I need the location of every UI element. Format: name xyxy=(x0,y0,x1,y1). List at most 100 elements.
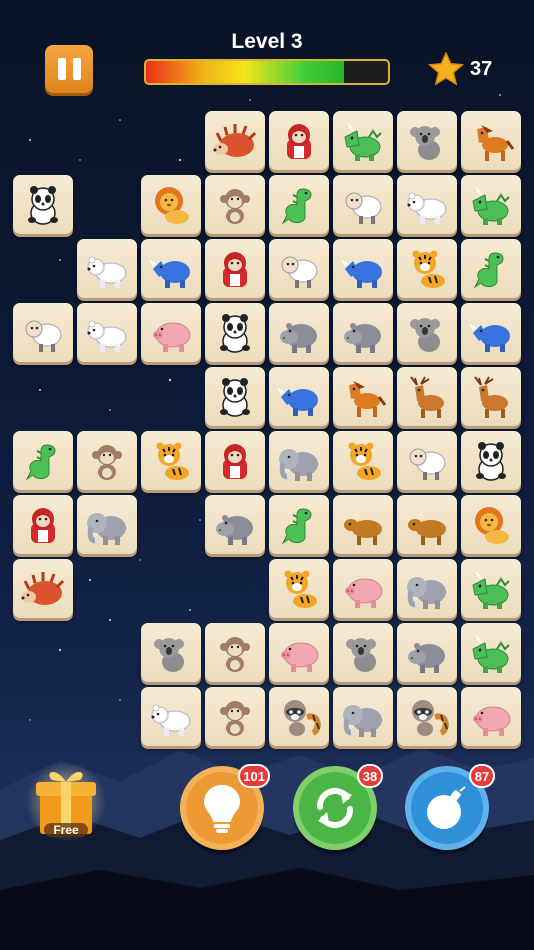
tile-ox[interactable] xyxy=(333,495,393,554)
hint-button[interactable]: 101 xyxy=(180,764,270,850)
tile-monkey[interactable] xyxy=(77,431,137,490)
tile-hedgehog[interactable] xyxy=(205,111,265,170)
tile-panda[interactable] xyxy=(205,303,265,362)
polar-bear-icon xyxy=(87,256,127,288)
tile-triceratops[interactable] xyxy=(461,175,521,234)
tile-panda[interactable] xyxy=(13,175,73,234)
tile-dinosaur[interactable] xyxy=(13,431,73,490)
tile-tiger[interactable] xyxy=(269,559,329,618)
panda-icon xyxy=(476,441,506,481)
polar-bear-icon xyxy=(87,320,127,352)
tile-gorilla[interactable] xyxy=(269,111,329,170)
triceratops-icon xyxy=(472,634,510,673)
tile-elephant[interactable] xyxy=(397,559,457,618)
tile-polar-bear[interactable] xyxy=(397,175,457,234)
tile-monkey[interactable] xyxy=(205,175,265,234)
tile-deer[interactable] xyxy=(461,367,521,426)
tile-gorilla[interactable] xyxy=(205,239,265,298)
tile-hippo[interactable] xyxy=(333,303,393,362)
tile-hippo[interactable] xyxy=(205,495,265,554)
dinosaur-icon xyxy=(281,187,312,224)
tile-koala[interactable] xyxy=(141,623,201,682)
shuffle-arrows-icon xyxy=(316,787,354,829)
tiger-icon xyxy=(412,250,445,288)
tile-hippo[interactable] xyxy=(397,623,457,682)
dinosaur-icon xyxy=(473,251,504,288)
tile-koala[interactable] xyxy=(397,303,457,362)
tile-gorilla[interactable] xyxy=(205,431,265,490)
lightbulb-icon xyxy=(204,785,240,833)
tile-rhino[interactable] xyxy=(461,303,521,362)
bomb-icon xyxy=(427,786,466,829)
tile-sheep[interactable] xyxy=(269,239,329,298)
rhino-icon xyxy=(277,386,318,416)
free-gift-button[interactable]: Free xyxy=(26,760,106,850)
monkey-icon xyxy=(220,188,250,224)
tile-raccoon[interactable] xyxy=(269,687,329,746)
tile-sheep[interactable] xyxy=(13,303,73,362)
shuffle-button[interactable]: 38 xyxy=(293,764,383,850)
tile-dinosaur[interactable] xyxy=(269,495,329,554)
tile-pig[interactable] xyxy=(461,687,521,746)
deer-icon xyxy=(410,375,444,418)
tile-lion[interactable] xyxy=(141,175,201,234)
tile-hedgehog[interactable] xyxy=(13,559,73,618)
tile-raccoon[interactable] xyxy=(397,687,457,746)
gorilla-icon xyxy=(223,443,247,479)
tile-hippo[interactable] xyxy=(269,303,329,362)
rhino-icon xyxy=(341,258,382,288)
tile-deer[interactable] xyxy=(397,367,457,426)
bomb-button[interactable]: 87 xyxy=(405,764,495,850)
hint-count-badge: 101 xyxy=(238,764,270,788)
tile-ox[interactable] xyxy=(397,495,457,554)
tile-tiger[interactable] xyxy=(397,239,457,298)
tile-horse[interactable] xyxy=(333,367,393,426)
hippo-icon xyxy=(408,642,445,673)
tile-monkey[interactable] xyxy=(205,687,265,746)
tile-rhino[interactable] xyxy=(141,239,201,298)
tile-triceratops[interactable] xyxy=(461,559,521,618)
tile-pig[interactable] xyxy=(333,559,393,618)
tile-polar-bear[interactable] xyxy=(141,687,201,746)
panda-icon xyxy=(220,313,250,353)
tile-gorilla[interactable] xyxy=(13,495,73,554)
tile-triceratops[interactable] xyxy=(333,111,393,170)
tile-panda[interactable] xyxy=(461,431,521,490)
panda-icon xyxy=(220,377,250,417)
tile-horse[interactable] xyxy=(461,111,521,170)
tile-triceratops[interactable] xyxy=(461,623,521,682)
pig-icon xyxy=(153,322,191,352)
gorilla-icon xyxy=(287,123,311,159)
tile-rhino[interactable] xyxy=(269,367,329,426)
tile-elephant[interactable] xyxy=(333,687,393,746)
gorilla-icon xyxy=(223,251,247,287)
rhino-icon xyxy=(469,322,510,352)
tile-tiger[interactable] xyxy=(141,431,201,490)
tile-lion[interactable] xyxy=(461,495,521,554)
tile-sheep[interactable] xyxy=(397,431,457,490)
gorilla-icon xyxy=(31,507,55,543)
tile-tiger[interactable] xyxy=(333,431,393,490)
bomb-count-badge: 87 xyxy=(469,764,495,788)
tile-koala[interactable] xyxy=(397,111,457,170)
tile-sheep[interactable] xyxy=(333,175,393,234)
tile-monkey[interactable] xyxy=(205,623,265,682)
tile-dinosaur[interactable] xyxy=(269,175,329,234)
elephant-icon xyxy=(343,704,382,737)
dinosaur-icon xyxy=(25,443,56,480)
tile-pig[interactable] xyxy=(141,303,201,362)
tile-panda[interactable] xyxy=(205,367,265,426)
tile-elephant[interactable] xyxy=(77,495,137,554)
polar-bear-icon xyxy=(151,704,191,736)
tile-polar-bear[interactable] xyxy=(77,303,137,362)
tile-rhino[interactable] xyxy=(333,239,393,298)
raccoon-icon xyxy=(284,699,321,736)
tile-pig[interactable] xyxy=(269,623,329,682)
koala-icon xyxy=(410,125,440,160)
tile-elephant[interactable] xyxy=(269,431,329,490)
pig-icon xyxy=(281,642,319,672)
tile-polar-bear[interactable] xyxy=(77,239,137,298)
tile-dinosaur[interactable] xyxy=(461,239,521,298)
tile-koala[interactable] xyxy=(333,623,393,682)
hippo-icon xyxy=(344,322,381,353)
